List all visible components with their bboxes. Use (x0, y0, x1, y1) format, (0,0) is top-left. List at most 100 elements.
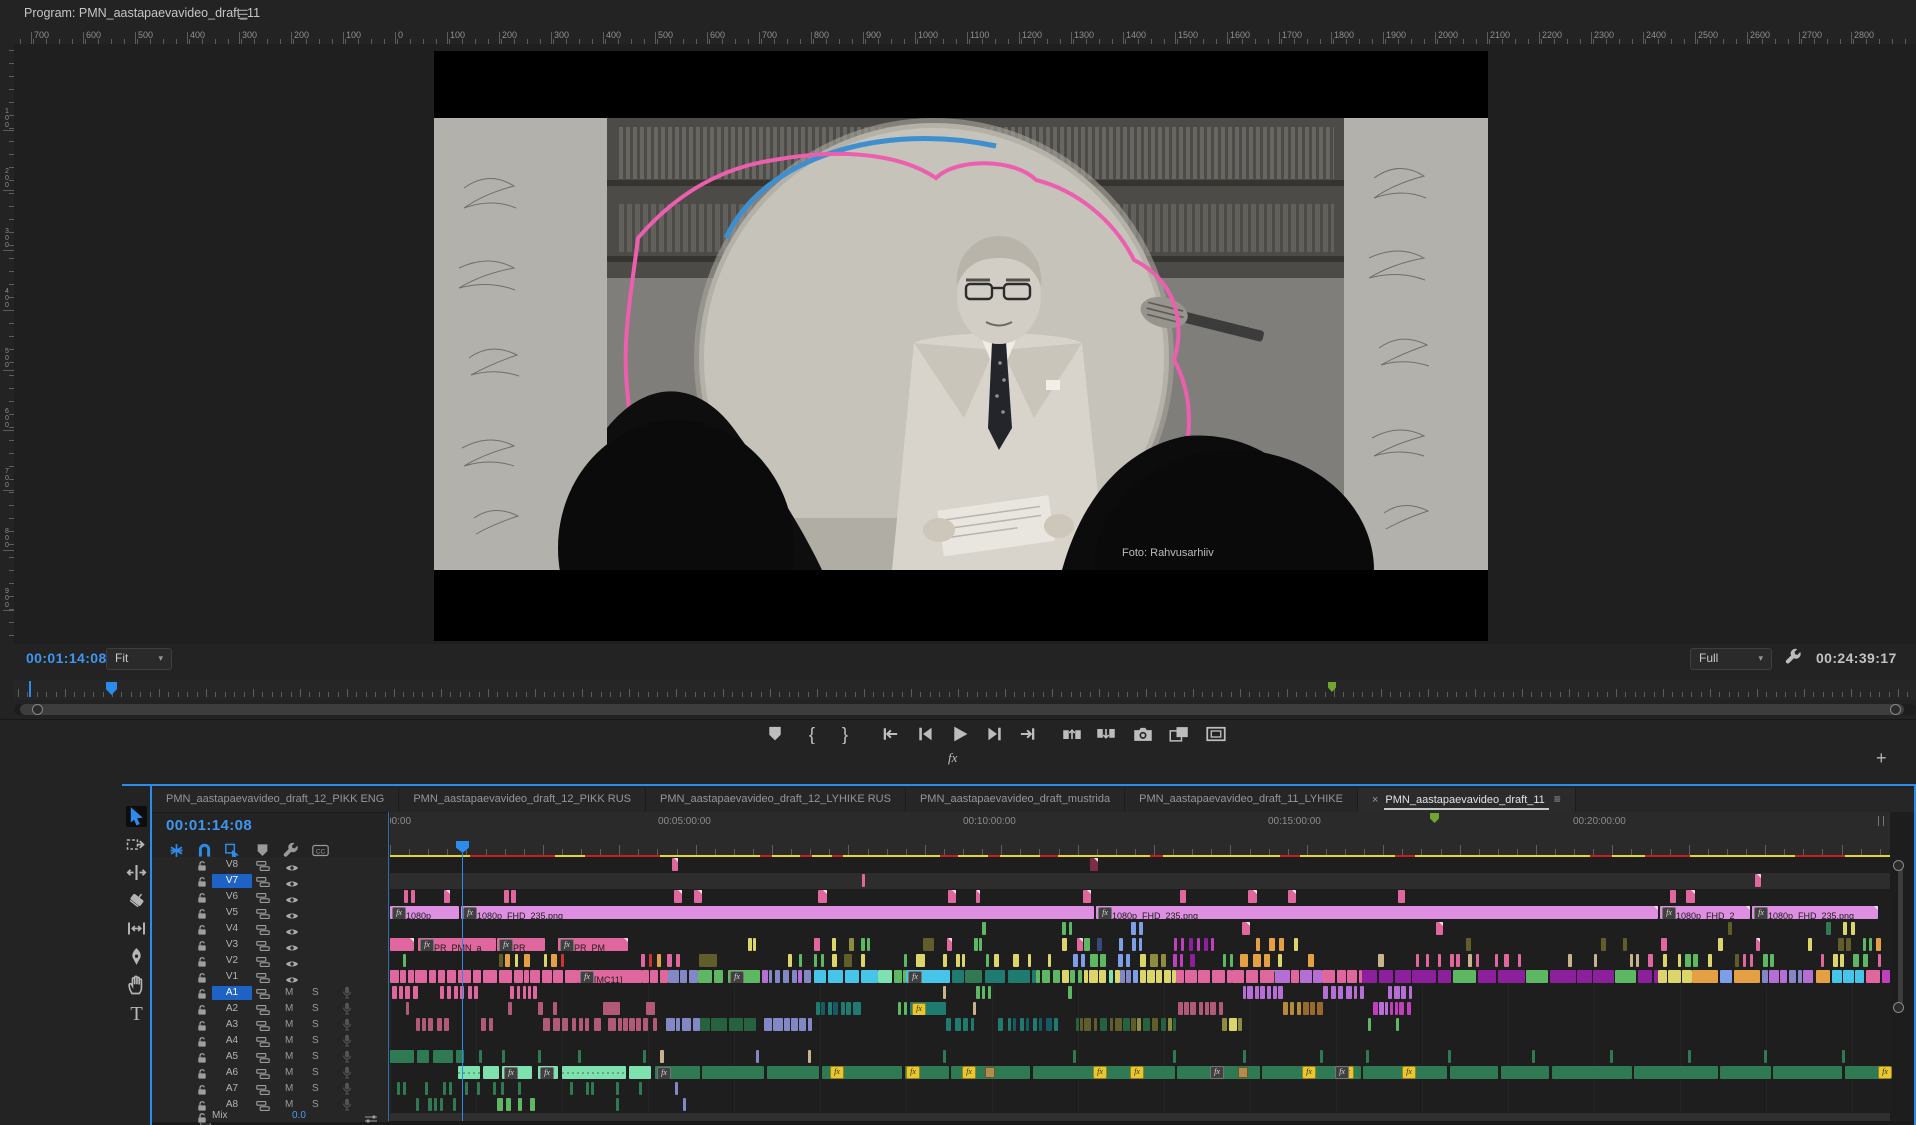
timeline-clip[interactable] (443, 1082, 446, 1095)
voiceover-mic-icon[interactable] (342, 1082, 352, 1096)
track-header-V3[interactable]: V3 (152, 937, 390, 954)
timeline-clip[interactable] (653, 1018, 657, 1031)
timeline-clip[interactable] (1308, 954, 1314, 967)
timeline-clip[interactable] (1718, 938, 1723, 951)
timeline-clip[interactable] (413, 986, 418, 999)
solo-button[interactable]: S (312, 1099, 322, 1111)
timeline-clip[interactable] (1734, 970, 1760, 983)
timeline-clip[interactable] (650, 970, 658, 983)
timeline-clip[interactable] (1735, 954, 1739, 967)
lock-icon[interactable] (196, 907, 208, 919)
timeline-clip[interactable] (1851, 922, 1855, 935)
timeline-clip[interactable] (1197, 938, 1200, 951)
timeline-clip[interactable] (1448, 1050, 1451, 1063)
timeline-clip[interactable] (1303, 1002, 1309, 1015)
target-track-icon[interactable] (256, 971, 270, 983)
timeline-clip[interactable] (1026, 1018, 1029, 1031)
timeline-clip[interactable] (417, 1050, 429, 1063)
timeline-clip[interactable] (1090, 954, 1098, 967)
timeline-clip[interactable] (1190, 954, 1195, 967)
timeline-clip[interactable] (667, 954, 672, 967)
timeline-clip[interactable] (792, 970, 797, 983)
timeline-clip[interactable] (818, 890, 827, 903)
timeline-clip[interactable] (440, 986, 444, 999)
timeline-clip[interactable] (1199, 1002, 1203, 1015)
razor-tool[interactable] (126, 890, 147, 911)
mute-button[interactable]: M (285, 1035, 295, 1047)
timeline-clip[interactable] (1161, 1018, 1166, 1031)
timeline-clip[interactable] (1450, 1066, 1498, 1079)
timeline-clip[interactable] (1456, 954, 1460, 967)
go-to-in-button[interactable] (880, 724, 900, 744)
solo-button[interactable]: S (312, 987, 322, 999)
track-lane-V2[interactable] (390, 953, 1890, 970)
timeline-clip[interactable] (775, 970, 780, 983)
go-to-out-button[interactable] (1018, 724, 1038, 744)
timeline-clip[interactable] (1378, 954, 1384, 967)
track-header-A3[interactable]: A3MS (152, 1017, 390, 1034)
timeline-clip[interactable] (1020, 1018, 1024, 1031)
timeline-clip[interactable] (1084, 938, 1090, 951)
selection-tool[interactable] (126, 806, 147, 827)
timeline-clip[interactable] (1174, 938, 1177, 951)
timeline-clip[interactable] (1070, 970, 1075, 983)
voiceover-mic-icon[interactable] (342, 1018, 352, 1032)
timeline-clip[interactable] (1143, 1018, 1150, 1031)
timeline-clip[interactable] (1409, 986, 1412, 999)
timeline-clip[interactable] (1119, 938, 1123, 951)
track-name-V2[interactable]: V2 (212, 954, 252, 968)
timeline-clip[interactable]: fxPR_PM (558, 938, 628, 951)
timeline-clip[interactable] (693, 1018, 700, 1031)
global-fx-mute-button[interactable]: fx (948, 750, 957, 766)
timeline-clip[interactable] (1181, 938, 1184, 951)
timeline-clip[interactable] (998, 1018, 1003, 1031)
timeline-clip[interactable] (1615, 970, 1636, 983)
timeline-clip[interactable] (1115, 1018, 1122, 1031)
timeline-clip[interactable] (1062, 922, 1066, 935)
solo-button[interactable]: S (312, 1067, 322, 1079)
timeline-clip[interactable]: fxPR_ (497, 938, 545, 951)
timeline-clip[interactable] (1247, 986, 1253, 999)
timeline-clip[interactable] (406, 1002, 409, 1015)
timeline-clip[interactable] (404, 890, 408, 903)
timeline-clip[interactable] (862, 874, 865, 887)
timeline-clip[interactable] (1338, 986, 1343, 999)
extract-button[interactable] (1096, 724, 1116, 744)
timeline-clip[interactable] (1842, 1050, 1845, 1063)
timeline-clip[interactable] (1866, 970, 1880, 983)
timeline-clip[interactable] (1178, 1002, 1183, 1015)
timeline-clip[interactable] (1042, 970, 1050, 983)
timeline-clip[interactable] (1283, 1002, 1288, 1015)
timeline-clip[interactable] (1139, 922, 1143, 935)
timeline-clip[interactable] (468, 986, 472, 999)
timeline-clip[interactable] (542, 970, 552, 983)
timeline-clip[interactable] (1876, 938, 1881, 951)
timeline-clip[interactable] (1109, 970, 1113, 983)
timeline-clip[interactable] (570, 1082, 573, 1095)
timeline-clip[interactable] (676, 1018, 680, 1031)
track-header-V5[interactable]: V5 (152, 905, 390, 922)
mute-button[interactable]: M (285, 1051, 295, 1063)
timeline-clip[interactable] (437, 1018, 442, 1031)
slip-tool[interactable] (126, 918, 147, 939)
sequence-tab[interactable]: ×PMN_aastapaevavideo_draft_11≡ (1358, 788, 1576, 812)
timeline-clip[interactable] (1131, 1018, 1136, 1031)
timeline-clip[interactable] (1168, 1018, 1172, 1031)
timeline-clip[interactable] (1156, 970, 1162, 983)
timeline-clip[interactable] (1126, 970, 1131, 983)
timeline-clip[interactable] (1438, 970, 1451, 983)
timeline-clip[interactable] (1097, 938, 1102, 951)
timeline-clip[interactable] (1190, 1002, 1196, 1015)
timeline-clip[interactable] (1388, 986, 1392, 999)
target-track-icon[interactable] (256, 1067, 270, 1079)
timeline-clip[interactable] (1256, 938, 1260, 951)
timeline-clip[interactable] (1682, 970, 1692, 983)
lift-button[interactable] (1062, 724, 1082, 744)
timeline-clip[interactable] (1826, 922, 1831, 935)
timeline-clip[interactable] (553, 970, 563, 983)
timeline-clip[interactable] (753, 938, 756, 951)
timeline-clip[interactable] (428, 1018, 433, 1031)
timeline-clip[interactable] (1846, 938, 1851, 951)
vscroll-bottom-knob[interactable] (1893, 1002, 1904, 1013)
timeline-clip[interactable]: fx1080p_FHD_235.png (461, 906, 1094, 919)
